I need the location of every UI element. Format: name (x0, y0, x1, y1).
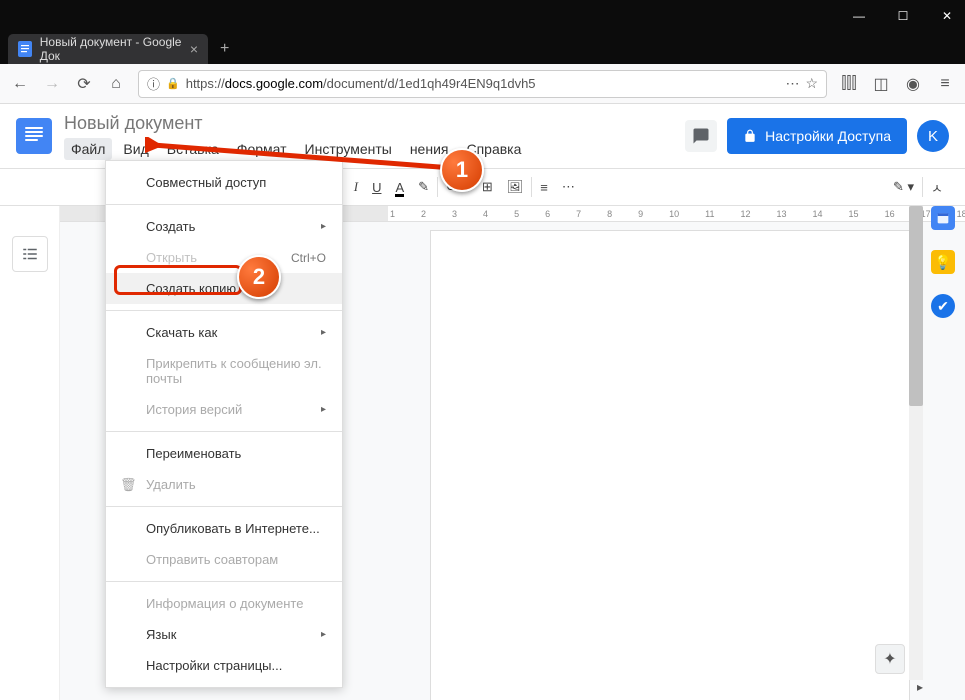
align-button[interactable]: ≡ (534, 176, 554, 199)
url-more-icon[interactable]: ⋯ (785, 75, 799, 92)
link-button[interactable]: ⊂⊃ (440, 175, 474, 199)
menu-email-collab: Отправить соавторам (106, 544, 342, 575)
keep-addon-icon[interactable]: 💡 (931, 250, 955, 274)
back-button[interactable]: ← (10, 75, 30, 93)
vertical-scrollbar[interactable] (909, 206, 923, 680)
scroll-right-arrow[interactable]: ▸ (917, 680, 923, 694)
menu-addons[interactable]: нения (403, 138, 456, 160)
url-bar[interactable]: ⓘ 🔒 https://docs.google.com/document/d/1… (138, 70, 827, 98)
window-maximize[interactable]: ☐ (893, 9, 913, 23)
lock-icon: 🔒 (166, 77, 180, 90)
url-star-icon[interactable]: ☆ (805, 75, 818, 92)
comments-button[interactable] (685, 120, 717, 152)
menu-version-history: История версий▸ (106, 394, 342, 425)
menu-file[interactable]: Файл (64, 138, 112, 160)
menu-bar: Файл Вид Вставка Формат Инструменты нени… (64, 138, 673, 160)
url-text: https://docs.google.com/document/d/1ed1q… (186, 76, 780, 91)
browser-tab[interactable]: Новый документ - Google Док × (8, 34, 208, 64)
profile-icon[interactable]: ◉ (903, 74, 923, 94)
outline-button[interactable] (12, 236, 48, 272)
window-titlebar: — ☐ ✕ (0, 0, 965, 32)
docs-header: Новый документ Файл Вид Вставка Формат И… (0, 104, 965, 168)
trash-icon: 🗑 (120, 477, 137, 493)
submenu-arrow-icon: ▸ (321, 327, 326, 338)
user-avatar[interactable]: K (917, 120, 949, 152)
menu-open[interactable]: ОткрытьCtrl+O (106, 242, 342, 273)
expand-button[interactable]: ㅅ (931, 178, 943, 197)
menu-make-copy[interactable]: Создать копию (106, 273, 342, 304)
editing-mode-button[interactable]: ✎ ▾ (893, 179, 914, 195)
window-minimize[interactable]: — (849, 9, 869, 23)
side-panel: 💡 ✔ (925, 206, 961, 318)
document-title[interactable]: Новый документ (64, 113, 673, 134)
menu-tools[interactable]: Инструменты (298, 138, 399, 160)
tab-close-icon[interactable]: × (190, 41, 198, 57)
highlight-button[interactable]: ✎ (412, 175, 435, 199)
forward-button[interactable]: → (42, 75, 62, 93)
text-color-button[interactable]: A (389, 176, 410, 199)
window-close[interactable]: ✕ (937, 9, 957, 23)
info-icon: ⓘ (147, 74, 160, 93)
reload-button[interactable]: ⟳ (74, 74, 94, 94)
explore-button[interactable]: ✦ (875, 644, 905, 674)
menu-format[interactable]: Формат (230, 138, 294, 160)
share-button-label: Настройки Доступа (765, 128, 891, 144)
docs-favicon (18, 41, 32, 57)
menu-rename[interactable]: Переименовать (106, 438, 342, 469)
scrollbar-thumb[interactable] (909, 206, 923, 406)
menu-email-attach: Прикрепить к сообщению эл. почты (106, 348, 342, 394)
comment-button[interactable]: ⊞ (476, 175, 499, 199)
underline-button[interactable]: U (366, 176, 387, 199)
library-icon[interactable]: ⫿⫿⫿ (839, 75, 859, 93)
home-button[interactable]: ⌂ (106, 75, 126, 93)
browser-tab-strip: Новый документ - Google Док × + (0, 32, 965, 64)
menu-page-setup[interactable]: Настройки страницы... (106, 650, 342, 681)
header-right: Настройки Доступа K (685, 118, 949, 154)
new-tab-button[interactable]: + (220, 40, 229, 58)
menu-new[interactable]: Создать▸ (106, 211, 342, 242)
sidebar-icon[interactable]: ◫ (871, 74, 891, 94)
menu-view[interactable]: Вид (116, 138, 155, 160)
docs-logo[interactable] (16, 118, 52, 154)
file-dropdown-menu: Совместный доступ Создать▸ ОткрытьCtrl+O… (105, 160, 343, 688)
submenu-arrow-icon: ▸ (321, 404, 326, 415)
menu-download-as[interactable]: Скачать как▸ (106, 317, 342, 348)
image-button[interactable]: 🖼 (501, 175, 530, 199)
menu-doc-info: Информация о документе (106, 588, 342, 619)
tasks-addon-icon[interactable]: ✔ (931, 294, 955, 318)
italic-button[interactable]: I (348, 175, 364, 199)
menu-icon[interactable]: ≡ (935, 75, 955, 93)
docs-title-area: Новый документ Файл Вид Вставка Формат И… (64, 113, 673, 160)
menu-publish[interactable]: Опубликовать в Интернете... (106, 513, 342, 544)
menu-language[interactable]: Язык▸ (106, 619, 342, 650)
left-gutter (0, 206, 60, 700)
share-button[interactable]: Настройки Доступа (727, 118, 907, 154)
more-button[interactable]: ⋯ (556, 175, 581, 199)
calendar-addon-icon[interactable] (931, 206, 955, 230)
tab-title: Новый документ - Google Док (40, 35, 182, 63)
document-page[interactable] (430, 230, 910, 700)
menu-delete: 🗑Удалить (106, 469, 342, 500)
submenu-arrow-icon: ▸ (321, 629, 326, 640)
browser-nav-bar: ← → ⟳ ⌂ ⓘ 🔒 https://docs.google.com/docu… (0, 64, 965, 104)
submenu-arrow-icon: ▸ (321, 221, 326, 232)
menu-insert[interactable]: Вставка (160, 138, 226, 160)
menu-share[interactable]: Совместный доступ (106, 167, 342, 198)
menu-help[interactable]: Справка (459, 138, 528, 160)
